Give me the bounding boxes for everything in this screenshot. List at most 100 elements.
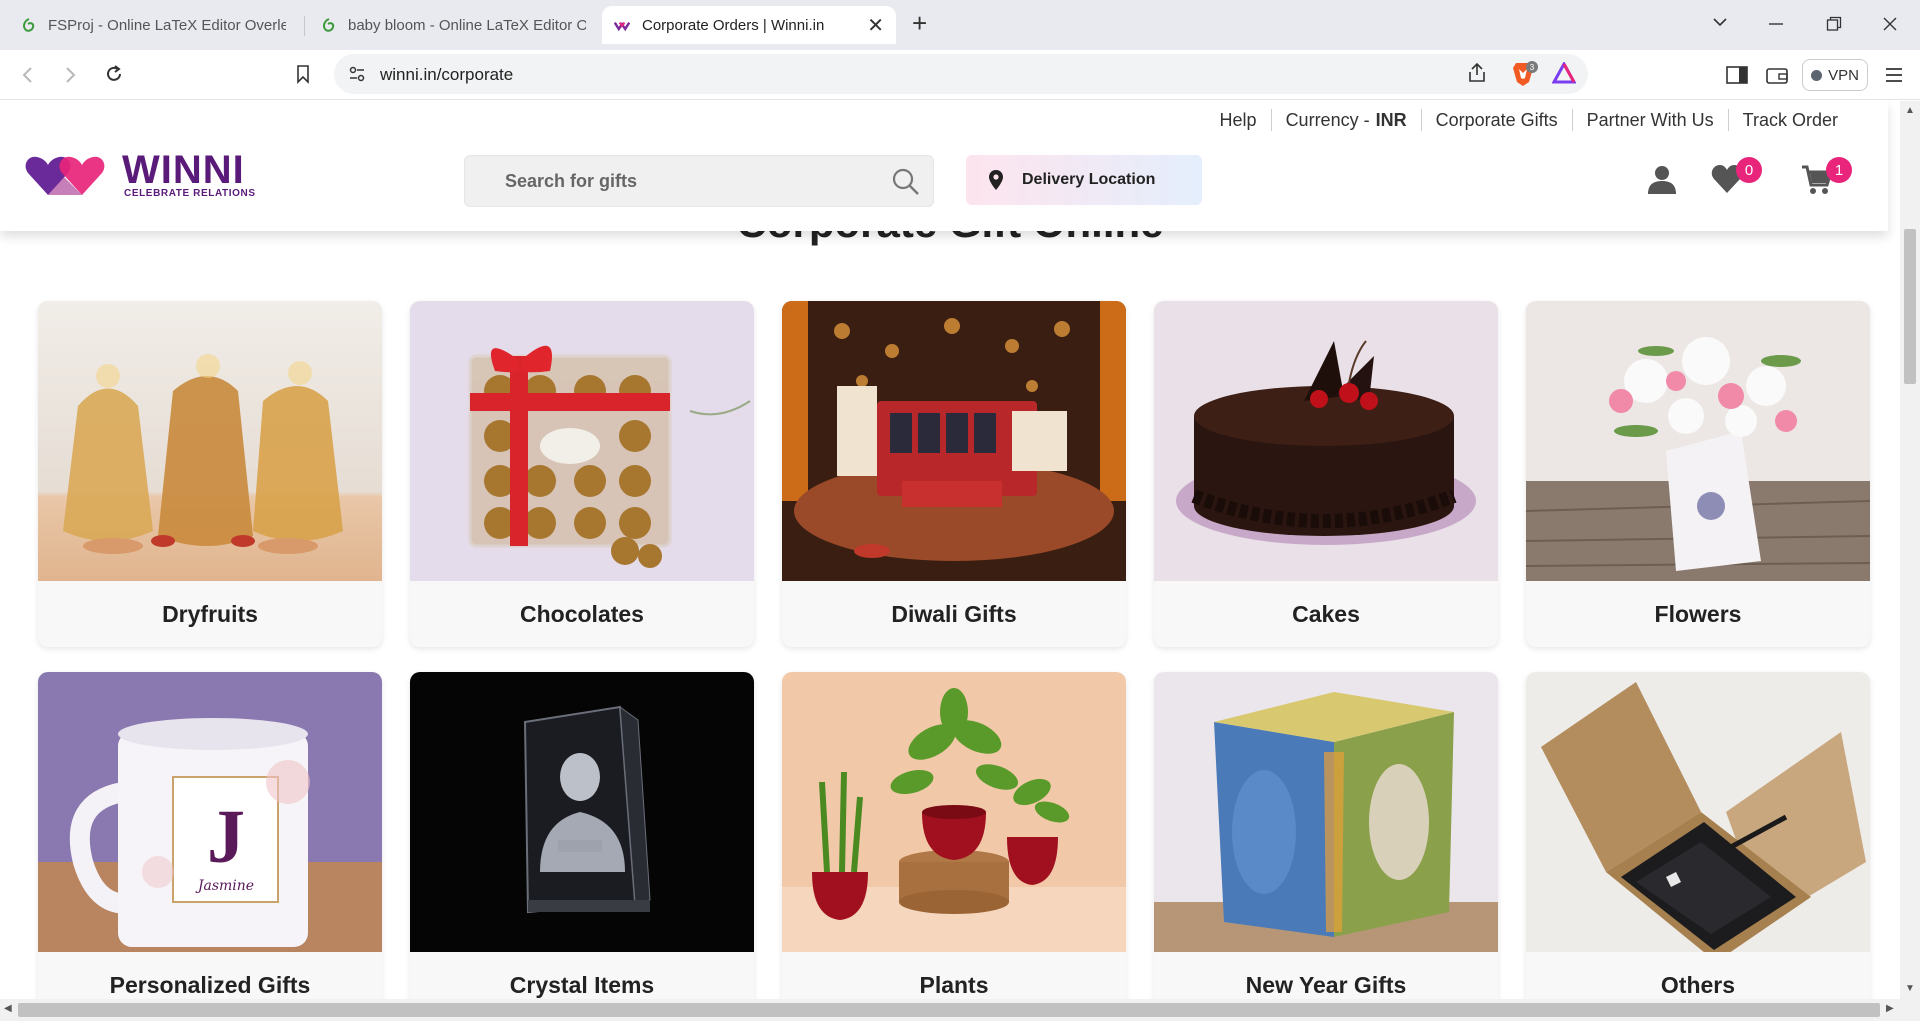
currency-label: Currency -	[1285, 110, 1370, 130]
category-image	[1154, 301, 1498, 581]
share-icon[interactable]	[1466, 62, 1488, 84]
category-card-crystal-items[interactable]: Crystal Items	[410, 672, 754, 999]
minimize-icon[interactable]	[1768, 22, 1784, 26]
category-image	[782, 672, 1126, 952]
site-header: Help Currency - INR Corporate Gifts Partn…	[0, 101, 1888, 231]
back-icon[interactable]	[20, 66, 34, 84]
category-card-diwali-gifts[interactable]: Diwali Gifts	[782, 301, 1126, 647]
wallet-icon[interactable]	[1766, 66, 1788, 84]
scroll-down-icon[interactable]: ▼	[1905, 983, 1915, 994]
category-label: Personalized Gifts	[109, 971, 311, 998]
category-card-cakes[interactable]: Cakes	[1154, 301, 1498, 647]
help-link[interactable]: Help	[1206, 109, 1271, 131]
vpn-button[interactable]: VPN	[1802, 59, 1868, 91]
category-card-flowers[interactable]: Flowers	[1526, 301, 1870, 647]
vpn-status-icon	[1811, 69, 1823, 81]
site-settings-icon[interactable]	[348, 65, 366, 83]
url-text: winni.in/corporate	[380, 65, 514, 84]
vpn-label: VPN	[1828, 66, 1859, 84]
track-order-link[interactable]: Track Order	[1727, 109, 1852, 131]
cart-count-badge: 1	[1826, 157, 1852, 183]
browser-toolbar: winni.in/corporate 3 VPN	[0, 50, 1920, 100]
category-image	[410, 672, 754, 952]
category-card-chocolates[interactable]: Chocolates	[410, 301, 754, 647]
search-input[interactable]: Search for gifts	[464, 155, 934, 207]
search-icon[interactable]	[891, 167, 921, 197]
forward-icon[interactable]	[64, 66, 78, 84]
category-card-others[interactable]: Others	[1526, 672, 1870, 999]
tab-baby-bloom[interactable]: baby bloom - Online LaTeX Editor Ov	[308, 6, 598, 44]
overleaf-icon	[323, 18, 335, 32]
wishlist-count-badge: 0	[1736, 157, 1762, 183]
brave-rewards-icon[interactable]	[1552, 62, 1576, 84]
bookmark-icon[interactable]	[296, 64, 310, 84]
mug-monogram-letter: J	[207, 795, 245, 879]
category-image	[410, 301, 754, 581]
menu-icon[interactable]	[1884, 66, 1904, 84]
tab-fsproj[interactable]: FSProj - Online LaTeX Editor Overleaf	[8, 6, 298, 44]
corporate-gifts-link[interactable]: Corporate Gifts	[1420, 109, 1572, 131]
winni-favicon-icon	[614, 21, 630, 32]
winni-heart-logo-icon	[25, 156, 105, 195]
category-image	[1526, 301, 1870, 581]
category-card-dryfruits[interactable]: Dryfruits	[38, 301, 382, 647]
category-label: Others	[1660, 971, 1736, 998]
category-label: Flowers	[1654, 600, 1742, 627]
vertical-scroll-thumb[interactable]	[1904, 229, 1916, 384]
currency-selector[interactable]: Currency - INR	[1270, 109, 1421, 131]
tab-title: Corporate Orders | Winni.in	[642, 16, 825, 34]
scroll-up-icon[interactable]: ▲	[1905, 105, 1915, 116]
tab-title: FSProj - Online LaTeX Editor Overleaf	[48, 16, 286, 34]
category-label: Cakes	[1292, 600, 1360, 627]
overleaf-icon	[23, 18, 35, 32]
category-label: Dryfruits	[162, 600, 258, 627]
horizontal-scrollbar[interactable]: ◀ ▶	[0, 999, 1920, 1021]
category-card-new-year-gifts[interactable]: New Year Gifts	[1154, 672, 1498, 999]
tab-search-chevron-icon[interactable]	[1712, 16, 1728, 28]
tab-title: baby bloom - Online LaTeX Editor Ov	[348, 16, 586, 34]
cart-button[interactable]: 1	[1800, 157, 1860, 203]
brave-shields-icon[interactable]: 3	[1512, 60, 1538, 88]
new-tab-button[interactable]: +	[912, 8, 927, 39]
category-card-personalized-gifts[interactable]: J Jasmine Personalized Gifts	[38, 672, 382, 999]
category-image	[38, 301, 382, 581]
delivery-location-label: Delivery Location	[1022, 171, 1156, 188]
scroll-right-icon[interactable]: ▶	[1886, 1003, 1894, 1014]
search-placeholder: Search for gifts	[505, 171, 638, 191]
reload-icon[interactable]	[104, 64, 124, 84]
category-label: Diwali Gifts	[891, 600, 1017, 627]
browser-tabbar: FSProj - Online LaTeX Editor Overleaf ba…	[0, 0, 1920, 50]
account-icon[interactable]	[1646, 163, 1678, 195]
category-card-plants[interactable]: Plants	[782, 672, 1126, 999]
currency-value: INR	[1375, 110, 1407, 130]
category-label: Plants	[919, 971, 989, 998]
category-image	[782, 301, 1126, 581]
scroll-left-icon[interactable]: ◀	[4, 1003, 12, 1014]
delivery-location-button[interactable]: Delivery Location	[966, 155, 1202, 205]
category-image	[1154, 672, 1498, 952]
category-label: Chocolates	[520, 600, 644, 627]
category-image	[1526, 672, 1870, 952]
logo-wordmark: WINNI	[122, 147, 245, 192]
partner-with-us-link[interactable]: Partner With Us	[1571, 109, 1728, 131]
address-bar[interactable]: winni.in/corporate 3	[334, 54, 1588, 94]
page-viewport: Help Currency - INR Corporate Gifts Partn…	[0, 101, 1900, 999]
close-window-icon[interactable]	[1882, 16, 1898, 32]
category-label: Crystal Items	[509, 971, 655, 998]
restore-icon[interactable]	[1826, 16, 1842, 32]
category-label: New Year Gifts	[1245, 971, 1407, 998]
brave-badge-count: 3	[1530, 63, 1535, 72]
category-image: J Jasmine	[38, 672, 382, 952]
winni-logo[interactable]: WINNI CELEBRATE RELATIONS	[24, 147, 256, 199]
top-links: Help Currency - INR Corporate Gifts Partn…	[1206, 109, 1852, 131]
vertical-scrollbar[interactable]: ▲ ▼	[1900, 101, 1920, 999]
location-pin-icon	[989, 170, 1003, 190]
tab-separator	[304, 16, 305, 36]
logo-tagline: CELEBRATE RELATIONS	[124, 187, 256, 199]
mug-name-text: Jasmine	[195, 878, 254, 894]
sidebar-toggle-icon[interactable]	[1726, 66, 1748, 84]
close-tab-icon[interactable]: ✕	[867, 13, 884, 38]
tab-winni-corporate[interactable]: Corporate Orders | Winni.in ✕	[602, 6, 896, 44]
horizontal-scroll-thumb[interactable]	[18, 1003, 1880, 1017]
wishlist-button[interactable]: 0	[1710, 157, 1770, 203]
